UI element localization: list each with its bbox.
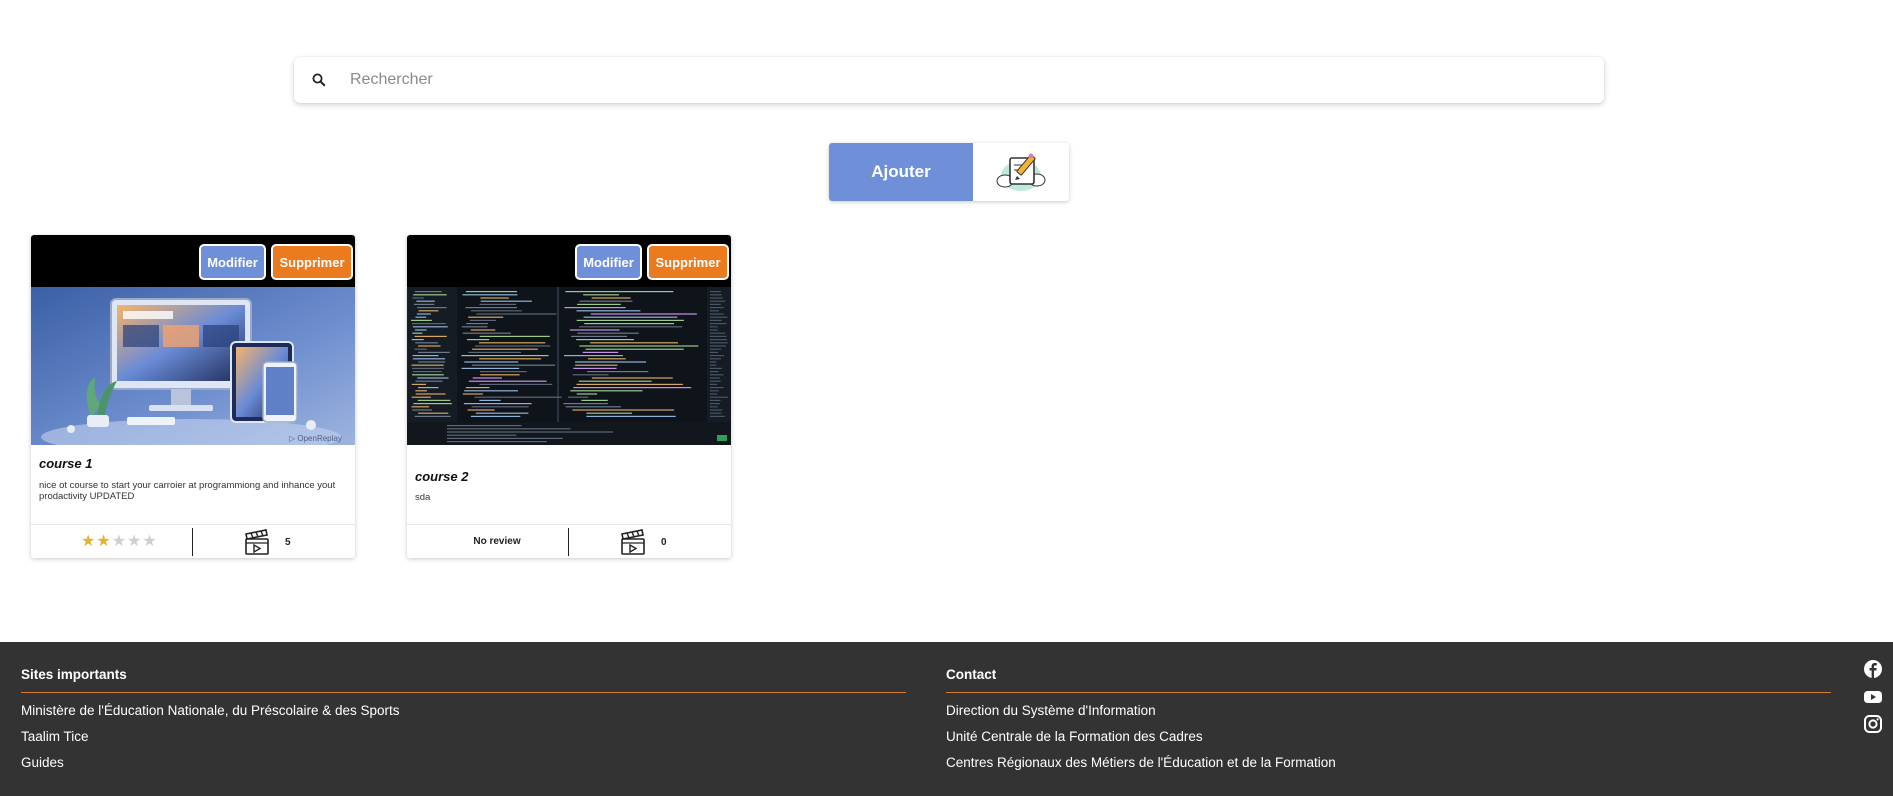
course-title: course 1 bbox=[39, 456, 93, 471]
course-description: nice ot course to start your carroier at… bbox=[39, 480, 336, 502]
video-count: 5 bbox=[285, 537, 291, 548]
clapperboard-icon bbox=[245, 529, 269, 555]
star-empty-icon: ★ bbox=[142, 533, 157, 550]
search-bar[interactable] bbox=[294, 57, 1604, 103]
star-filled-icon: ★ bbox=[81, 533, 96, 550]
card-footer: ★ ★ ★ ★ ★ 5 bbox=[31, 524, 355, 558]
search-input[interactable] bbox=[350, 57, 1580, 103]
star-empty-icon: ★ bbox=[111, 533, 127, 550]
course-description: sda bbox=[415, 492, 431, 503]
delete-button[interactable]: Supprimer bbox=[271, 244, 353, 280]
add-course-group: Ajouter bbox=[829, 143, 1069, 201]
instagram-icon[interactable] bbox=[1863, 714, 1883, 734]
footer-link-dsi[interactable]: Direction du Système d'Information bbox=[946, 703, 1156, 718]
facebook-icon[interactable] bbox=[1863, 659, 1883, 679]
edit-button[interactable]: Modifier bbox=[575, 244, 642, 280]
rating-stars: ★ ★ ★ ★ ★ bbox=[81, 533, 157, 550]
site-footer: Sites importants Ministère de l'Éducatio… bbox=[0, 642, 1893, 796]
footer-link-crmef[interactable]: Centres Régionaux des Métiers de l'Éduca… bbox=[946, 755, 1336, 770]
footer-link-ucfc[interactable]: Unité Centrale de la Formation des Cadre… bbox=[946, 729, 1203, 744]
openreplay-watermark: ▷ OpenReplay bbox=[289, 434, 342, 443]
footer-divider bbox=[568, 528, 569, 556]
sites-heading: Sites importants bbox=[21, 667, 127, 682]
edit-button[interactable]: Modifier bbox=[199, 244, 266, 280]
course-thumbnail: ▷ OpenReplay bbox=[31, 287, 355, 445]
card-footer: No review 0 bbox=[407, 524, 731, 558]
search-icon bbox=[312, 73, 326, 87]
delete-button[interactable]: Supprimer bbox=[647, 244, 729, 280]
clapperboard-icon bbox=[621, 529, 645, 555]
add-button[interactable]: Ajouter bbox=[829, 143, 973, 201]
video-count: 0 bbox=[661, 537, 667, 548]
contact-divider bbox=[946, 692, 1831, 693]
edit-note-illustration-icon bbox=[973, 143, 1069, 201]
youtube-icon[interactable] bbox=[1863, 687, 1883, 707]
course-card[interactable]: Modifier Supprimer course 2 sda No revie… bbox=[407, 235, 731, 558]
footer-link-guides[interactable]: Guides bbox=[21, 755, 64, 770]
course-thumbnail bbox=[407, 287, 731, 445]
star-filled-icon: ★ bbox=[96, 533, 111, 550]
course-title: course 2 bbox=[415, 469, 469, 484]
sites-divider bbox=[21, 692, 906, 693]
no-review-label: No review bbox=[473, 536, 521, 547]
course-card[interactable]: Modifier Supprimer ▷ OpenReplay course 1… bbox=[31, 235, 355, 558]
footer-divider bbox=[192, 528, 193, 556]
footer-link-ministere[interactable]: Ministère de l'Éducation Nationale, du P… bbox=[21, 703, 400, 718]
contact-heading: Contact bbox=[946, 667, 997, 682]
footer-link-taalim-tice[interactable]: Taalim Tice bbox=[21, 729, 89, 744]
star-empty-icon: ★ bbox=[127, 533, 142, 550]
